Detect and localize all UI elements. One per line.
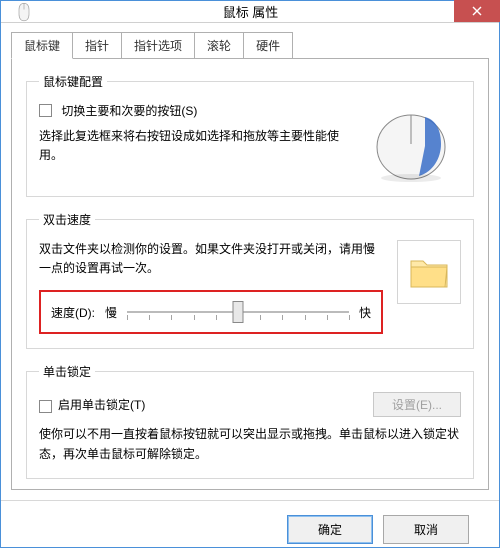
mouse-illustration — [361, 102, 461, 182]
tabstrip: 鼠标键 指针 指针选项 滚轮 硬件 — [11, 32, 489, 59]
tab-hardware[interactable]: 硬件 — [244, 32, 293, 59]
group-click-lock-legend: 单击锁定 — [39, 363, 95, 380]
group-double-click-legend: 双击速度 — [39, 211, 95, 228]
group-button-config-legend: 鼠标键配置 — [39, 73, 107, 90]
cancel-button[interactable]: 取消 — [383, 515, 469, 544]
apply-button-edge — [469, 515, 487, 544]
dialog-footer: 确定 取消 — [1, 500, 499, 558]
tab-pointers[interactable]: 指针 — [73, 32, 122, 59]
tabpanel-buttons: 鼠标键配置 切换主要和次要的按钮(S) 选择此复选框来将右按钮设成如选择和拖放等… — [11, 58, 489, 490]
window-title: 鼠标 属性 — [47, 2, 454, 21]
slider-thumb[interactable] — [233, 301, 244, 323]
titlebar[interactable]: 鼠标 属性 — [1, 1, 499, 23]
clicklock-checkbox[interactable] — [39, 400, 52, 413]
clicklock-label: 启用单击锁定(T) — [58, 396, 145, 413]
clicklock-desc: 使你可以不用一直按着鼠标按钮就可以突出显示或拖拽。单击鼠标以进入锁定状态，再次单… — [39, 425, 461, 463]
group-double-click: 双击速度 双击文件夹以检测你的设置。如果文件夹没打开或关闭，请用慢一点的设置再试… — [26, 211, 474, 349]
swap-buttons-desc: 选择此复选框来将右按钮设成如选择和拖放等主要性能使用。 — [39, 127, 349, 165]
speed-slow-label: 慢 — [105, 304, 117, 321]
dialog-body: 鼠标键 指针 指针选项 滚轮 硬件 鼠标键配置 切换主要和次要的按钮(S) 选择… — [1, 23, 499, 500]
ok-button[interactable]: 确定 — [287, 515, 373, 544]
clicklock-settings-button: 设置(E)... — [373, 392, 461, 417]
group-button-config: 鼠标键配置 切换主要和次要的按钮(S) 选择此复选框来将右按钮设成如选择和拖放等… — [26, 73, 474, 197]
tab-wheel[interactable]: 滚轮 — [195, 32, 244, 59]
close-icon — [472, 6, 482, 16]
speed-slider[interactable] — [127, 302, 349, 322]
swap-buttons-label: 切换主要和次要的按钮(S) — [61, 104, 197, 118]
swap-buttons-checkbox[interactable] — [39, 104, 52, 117]
folder-icon — [409, 255, 449, 289]
speed-label: 速度(D): — [51, 304, 95, 321]
mouse-app-icon — [1, 1, 47, 22]
dblclick-test-folder[interactable] — [397, 240, 461, 304]
group-click-lock: 单击锁定 启用单击锁定(T) 设置(E)... 使你可以不用一直按着鼠标按钮就可… — [26, 363, 474, 478]
close-button[interactable] — [454, 0, 500, 22]
dialog-window: 鼠标 属性 鼠标键 指针 指针选项 滚轮 硬件 鼠标键配置 切换主要和次要的按钮… — [0, 0, 500, 548]
slider-track — [127, 302, 349, 322]
dblclick-desc: 双击文件夹以检测你的设置。如果文件夹没打开或关闭，请用慢一点的设置再试一次。 — [39, 240, 383, 278]
tab-pointer-options[interactable]: 指针选项 — [122, 32, 195, 59]
speed-fast-label: 快 — [359, 304, 371, 321]
speed-highlight-box: 速度(D): 慢 快 — [39, 290, 383, 334]
tab-buttons[interactable]: 鼠标键 — [11, 32, 73, 59]
